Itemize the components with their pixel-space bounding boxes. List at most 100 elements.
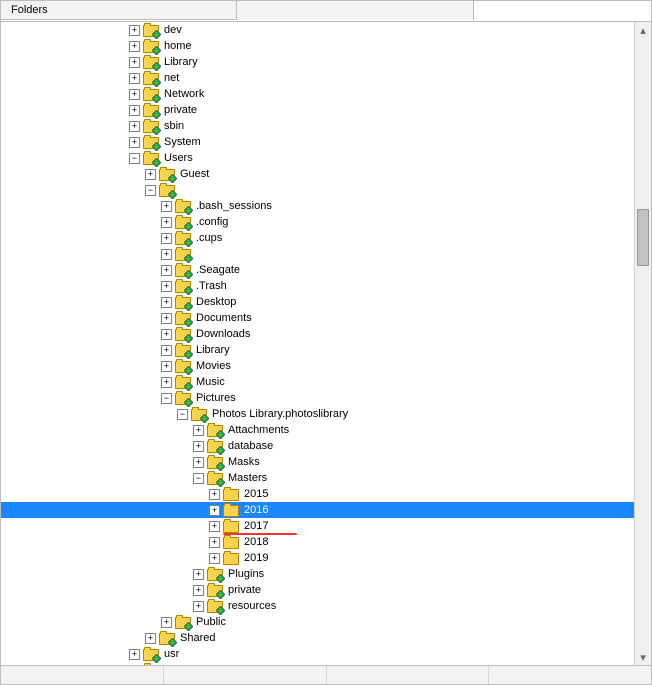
tree-row[interactable]: +Library [1, 54, 635, 70]
expand-icon[interactable]: + [161, 233, 172, 244]
expand-icon[interactable]: + [193, 569, 204, 580]
tree-row[interactable]: +private [1, 102, 635, 118]
folder-label: .Trash [194, 280, 229, 292]
indent [1, 598, 193, 614]
expand-icon[interactable]: + [209, 537, 220, 548]
tree-row[interactable]: +.config [1, 214, 635, 230]
collapse-icon[interactable]: − [193, 473, 204, 484]
tree-row[interactable]: +Attachments [1, 422, 635, 438]
expand-icon[interactable]: + [161, 313, 172, 324]
tree-row[interactable]: −Users [1, 150, 635, 166]
expand-icon[interactable]: + [145, 169, 156, 180]
tree-row[interactable]: + .cups [1, 230, 635, 246]
tree-row[interactable]: +database [1, 438, 635, 454]
tree-row[interactable]: + .Seagate [1, 262, 635, 278]
expand-icon[interactable]: + [161, 361, 172, 372]
collapse-icon[interactable]: − [145, 185, 156, 196]
folder-icon [159, 183, 175, 197]
scrollbar-thumb[interactable] [637, 209, 649, 266]
tree-row[interactable]: +.bash_sessions [1, 198, 635, 214]
expand-icon[interactable]: + [209, 489, 220, 500]
tree-row[interactable]: +usr [1, 646, 635, 662]
tree-row[interactable]: +2016 [1, 502, 635, 518]
tree-row[interactable]: +2018 [1, 534, 635, 550]
expand-icon[interactable]: + [161, 297, 172, 308]
tree-row[interactable]: +dev [1, 22, 635, 38]
collapse-icon[interactable]: − [129, 153, 140, 164]
expand-icon[interactable]: + [129, 649, 140, 660]
tree-row[interactable]: +Public [1, 614, 635, 630]
expand-icon[interactable]: + [161, 265, 172, 276]
tree-row[interactable]: −Pictures [1, 390, 635, 406]
tree-row[interactable]: − [1, 182, 635, 198]
tree-row[interactable]: −Masters [1, 470, 635, 486]
expand-icon[interactable]: + [129, 57, 140, 68]
vertical-scrollbar[interactable]: ▴ ▾ [634, 22, 651, 665]
tree-row[interactable]: +sbin [1, 118, 635, 134]
tree-row[interactable]: +Shared [1, 630, 635, 646]
folder-label: .cups [194, 232, 224, 244]
expand-icon[interactable]: + [209, 553, 220, 564]
expand-icon[interactable]: + [193, 457, 204, 468]
expand-icon[interactable]: + [129, 25, 140, 36]
tree-row[interactable]: +Downloads [1, 326, 635, 342]
tree-row[interactable]: +private [1, 582, 635, 598]
expand-icon[interactable]: + [129, 73, 140, 84]
expand-icon[interactable]: + [161, 281, 172, 292]
tree-row[interactable]: +2019 [1, 550, 635, 566]
tree-row[interactable]: +Documents [1, 310, 635, 326]
status-cell-1 [1, 666, 164, 684]
tree-row[interactable]: +Desktop [1, 294, 635, 310]
expand-icon[interactable]: + [129, 105, 140, 116]
expand-icon[interactable]: + [193, 601, 204, 612]
tree-row[interactable]: + resources [1, 598, 635, 614]
tree-row[interactable]: −Photos Library.photoslibrary [1, 406, 635, 422]
expand-icon[interactable]: + [161, 345, 172, 356]
tree-row[interactable]: +Plugins [1, 566, 635, 582]
tree-row[interactable]: +Music [1, 374, 635, 390]
indent [1, 118, 129, 134]
tree-row[interactable]: +net [1, 70, 635, 86]
tree-row[interactable]: +System [1, 134, 635, 150]
folder-tree[interactable]: +dev+home+Library+net+Network+private+sb… [1, 22, 635, 665]
expand-icon[interactable]: + [161, 217, 172, 228]
collapse-icon[interactable]: − [161, 393, 172, 404]
tree-row[interactable]: +Movies [1, 358, 635, 374]
tree-row[interactable]: +Guest [1, 166, 635, 182]
tree-row[interactable]: vm [1, 662, 635, 665]
scroll-up-arrow-icon[interactable]: ▴ [635, 22, 651, 38]
expand-icon[interactable]: + [209, 521, 220, 532]
folders-tab[interactable]: Folders [1, 1, 237, 20]
collapse-icon[interactable]: − [177, 409, 188, 420]
folder-label: resources [226, 600, 278, 612]
expand-icon[interactable]: + [145, 633, 156, 644]
tree-row[interactable]: +2017 [1, 518, 635, 534]
tree-row[interactable]: +Masks [1, 454, 635, 470]
expand-icon[interactable]: + [161, 249, 172, 260]
folder-label: .Seagate [194, 264, 242, 276]
tree-row[interactable]: + [1, 246, 635, 262]
tree-row[interactable]: +Library [1, 342, 635, 358]
expand-icon[interactable]: + [161, 329, 172, 340]
expand-icon[interactable]: + [193, 425, 204, 436]
tree-row[interactable]: +Network [1, 86, 635, 102]
tree-row[interactable]: +2015 [1, 486, 635, 502]
status-cell-4 [489, 666, 651, 684]
expand-icon[interactable]: + [161, 377, 172, 388]
indent [1, 166, 145, 182]
expand-icon[interactable]: + [129, 41, 140, 52]
tree-row[interactable]: +home [1, 38, 635, 54]
expand-icon[interactable]: + [161, 617, 172, 628]
expand-icon[interactable]: + [193, 585, 204, 596]
expand-icon[interactable]: + [209, 505, 220, 516]
folder-icon [143, 103, 159, 117]
expand-icon[interactable]: + [161, 201, 172, 212]
expand-icon[interactable]: + [129, 121, 140, 132]
scrollbar-track[interactable] [635, 38, 651, 649]
expand-icon[interactable]: + [129, 137, 140, 148]
tree-row[interactable]: + .Trash [1, 278, 635, 294]
folder-label: vm [162, 664, 181, 665]
scroll-down-arrow-icon[interactable]: ▾ [635, 649, 651, 665]
expand-icon[interactable]: + [129, 89, 140, 100]
expand-icon[interactable]: + [193, 441, 204, 452]
